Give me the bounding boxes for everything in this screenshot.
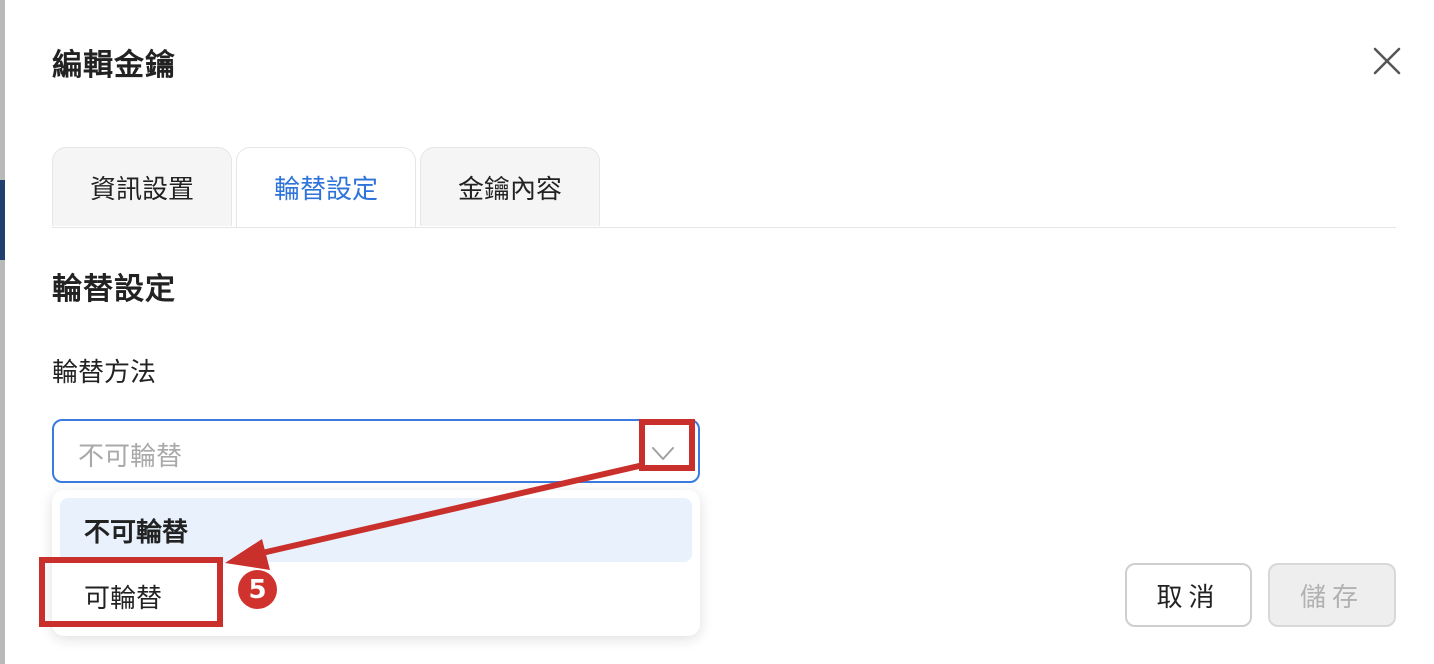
option-not-rotatable[interactable]: 不可輪替 bbox=[60, 498, 692, 562]
chevron-down-icon[interactable] bbox=[648, 438, 678, 468]
cancel-button[interactable]: 取消 bbox=[1125, 563, 1252, 627]
tab-info-settings[interactable]: 資訊設置 bbox=[52, 147, 232, 226]
option-rotatable[interactable]: 可輪替 bbox=[60, 564, 692, 628]
rotation-method-dropdown: 不可輪替 可輪替 bbox=[52, 490, 700, 636]
close-icon[interactable] bbox=[1370, 44, 1404, 78]
select-placeholder: 不可輪替 bbox=[78, 442, 183, 472]
step-number-badge: 5 bbox=[238, 570, 277, 609]
save-button[interactable]: 儲存 bbox=[1268, 563, 1396, 627]
tab-rotation-settings[interactable]: 輪替設定 bbox=[236, 147, 416, 227]
rotation-method-select[interactable]: 不可輪替 bbox=[52, 419, 700, 483]
section-title: 輪替設定 bbox=[52, 272, 176, 307]
background-window-accent bbox=[0, 180, 5, 260]
rotation-method-label: 輪替方法 bbox=[52, 358, 157, 388]
background-window-edge bbox=[0, 0, 5, 664]
tab-bar: 資訊設置 輪替設定 金鑰內容 bbox=[52, 147, 1396, 228]
dialog-title: 編輯金鑰 bbox=[52, 48, 176, 83]
tab-key-content[interactable]: 金鑰內容 bbox=[420, 147, 600, 226]
